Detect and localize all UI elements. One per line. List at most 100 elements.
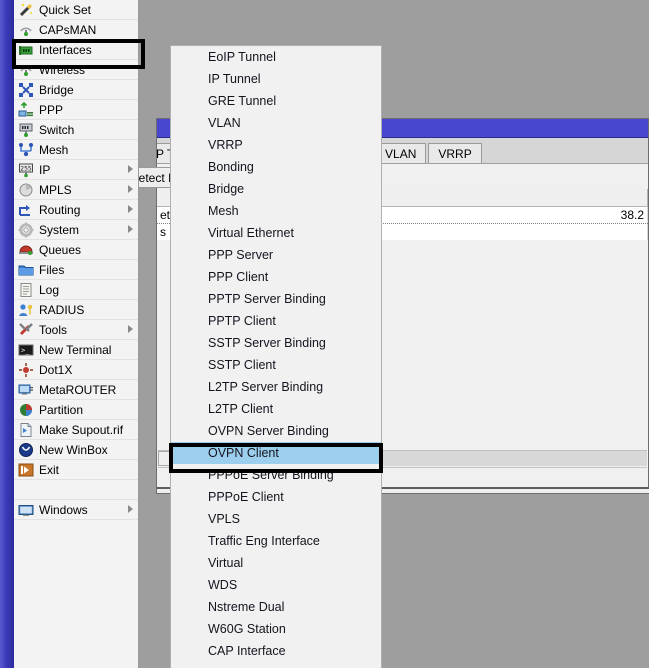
menu-item-ip-tunnel[interactable]: IP Tunnel <box>171 68 381 90</box>
radius-user-icon <box>18 302 34 318</box>
sidebar-item-partition[interactable]: Partition <box>14 400 138 420</box>
menu-item-virtual-ethernet[interactable]: Virtual Ethernet <box>171 222 381 244</box>
menu-item-pptp-server-binding[interactable]: PPTP Server Binding <box>171 288 381 310</box>
tab-vrrp[interactable]: VRRP <box>428 143 482 163</box>
menu-item-eoip-tunnel[interactable]: EoIP Tunnel <box>171 46 381 68</box>
sidebar-item-label: Tools <box>39 322 68 337</box>
menu-item-gre-tunnel[interactable]: GRE Tunnel <box>171 90 381 112</box>
menu-item-vpls[interactable]: VPLS <box>171 508 381 530</box>
sidebar-item-label: Dot1X <box>39 362 73 377</box>
sidebar-item-label: Bridge <box>39 82 74 97</box>
routing-icon <box>18 202 34 218</box>
sidebar-item-label: CAPsMAN <box>39 22 97 37</box>
folder-icon <box>18 262 34 278</box>
sidebar-item-queues[interactable]: Queues <box>14 240 138 260</box>
sidebar-item-label: Routing <box>39 202 81 217</box>
menu-item-l2tp-client[interactable]: L2TP Client <box>171 398 381 420</box>
sidebar-item-label: Switch <box>39 122 75 137</box>
menu-item-pppoe-server-binding[interactable]: PPPoE Server Binding <box>171 464 381 486</box>
sidebar-item-label: Quick Set <box>39 2 92 17</box>
sidebar-item-interfaces[interactable]: Interfaces <box>14 40 138 60</box>
sidebar-item-label: RADIUS <box>39 302 85 317</box>
sidebar-item-bridge[interactable]: Bridge <box>14 80 138 100</box>
menu-item-pptp-client[interactable]: PPTP Client <box>171 310 381 332</box>
sidebar-item-ppp[interactable]: PPP <box>14 100 138 120</box>
log-icon <box>18 282 34 298</box>
sidebar-item-label: IP <box>39 162 51 177</box>
mesh-icon <box>18 142 34 158</box>
new-interface-popup-menu[interactable]: EoIP Tunnel IP Tunnel GRE Tunnel VLAN VR… <box>170 45 382 668</box>
menu-item-l2tp-server-binding[interactable]: L2TP Server Binding <box>171 376 381 398</box>
bridge-icon <box>18 82 34 98</box>
sidebar-item-make-supout[interactable]: Make Supout.rif <box>14 420 138 440</box>
winbox-main-menu[interactable]: Quick Set CAPsMAN Interfaces Wireless Br… <box>14 0 139 668</box>
menu-item-sstp-server-binding[interactable]: SSTP Server Binding <box>171 332 381 354</box>
menu-item-ppp-server[interactable]: PPP Server <box>171 244 381 266</box>
sidebar-item-label: Wireless <box>39 62 86 77</box>
sidebar-item-label: Make Supout.rif <box>39 422 124 437</box>
winbox-icon <box>18 442 34 458</box>
sidebar-item-new-terminal[interactable]: >_ New Terminal <box>14 340 138 360</box>
menu-item-vlan[interactable]: VLAN <box>171 112 381 134</box>
terminal-icon: >_ <box>18 342 34 358</box>
sidebar-item-windows[interactable]: Windows <box>14 500 138 520</box>
sidebar-item-radius[interactable]: RADIUS <box>14 300 138 320</box>
sidebar-item-files[interactable]: Files <box>14 260 138 280</box>
col-tx[interactable]: Tx <box>343 189 648 206</box>
chevron-right-icon <box>128 325 133 333</box>
menu-item-cap-interface[interactable]: CAP Interface <box>171 640 381 662</box>
sidebar-item-capsman[interactable]: CAPsMAN <box>14 20 138 40</box>
menu-item-virtual[interactable]: Virtual <box>171 552 381 574</box>
menu-item-sstp-client[interactable]: SSTP Client <box>171 354 381 376</box>
sidebar-item-label: Partition <box>39 402 84 417</box>
sidebar-item-system[interactable]: System <box>14 220 138 240</box>
sidebar-item-new-winbox[interactable]: New WinBox <box>14 440 138 460</box>
switch-icon <box>18 122 34 138</box>
sidebar-item-label: MPLS <box>39 182 72 197</box>
sidebar-item-label: Log <box>39 282 60 297</box>
sidebar-item-label: Windows <box>39 502 88 517</box>
sidebar-item-label: New WinBox <box>39 442 108 457</box>
exit-icon <box>18 462 34 478</box>
menu-item-mesh[interactable]: Mesh <box>171 200 381 222</box>
monitor-icon <box>18 382 34 398</box>
sidebar-item-tools[interactable]: Tools <box>14 320 138 340</box>
chevron-right-icon <box>128 165 133 173</box>
sidebar-item-label: MetaROUTER <box>39 382 117 397</box>
menu-item-ovpn-server-binding[interactable]: OVPN Server Binding <box>171 420 381 442</box>
sidebar-item-wireless[interactable]: Wireless <box>14 60 138 80</box>
menu-item-vrrp[interactable]: VRRP <box>171 134 381 156</box>
sidebar-item-quick-set[interactable]: Quick Set <box>14 0 138 20</box>
sidebar-item-label: PPP <box>39 102 64 117</box>
tab-vlan[interactable]: VLAN <box>375 143 427 163</box>
sidebar-item-switch[interactable]: Switch <box>14 120 138 140</box>
menu-item-bridge[interactable]: Bridge <box>171 178 381 200</box>
document-icon <box>18 422 34 438</box>
menu-item-pppoe-client[interactable]: PPPoE Client <box>171 486 381 508</box>
sidebar-item-dot1x[interactable]: Dot1X <box>14 360 138 380</box>
tools-icon <box>18 322 34 338</box>
menu-divider <box>14 480 138 500</box>
cell-tx <box>343 224 648 240</box>
sidebar-item-routing[interactable]: Routing <box>14 200 138 220</box>
menu-item-ppp-client[interactable]: PPP Client <box>171 266 381 288</box>
menu-item-ovpn-client[interactable]: OVPN Client <box>171 442 381 464</box>
sidebar-item-label: Interfaces <box>39 42 92 57</box>
sidebar-item-log[interactable]: Log <box>14 280 138 300</box>
menu-item-w60g-station[interactable]: W60G Station <box>171 618 381 640</box>
sidebar-item-mesh[interactable]: Mesh <box>14 140 138 160</box>
menu-item-bonding[interactable]: Bonding <box>171 156 381 178</box>
sidebar-item-ip[interactable]: 255 IP <box>14 160 138 180</box>
gear-icon <box>18 222 34 238</box>
sidebar-item-exit[interactable]: Exit <box>14 460 138 480</box>
menu-item-nstreme-dual[interactable]: Nstreme Dual <box>171 596 381 618</box>
chevron-right-icon <box>128 205 133 213</box>
chevron-right-icon <box>128 225 133 233</box>
sidebar-item-mpls[interactable]: MPLS <box>14 180 138 200</box>
pie-icon <box>18 402 34 418</box>
sidebar-item-label: New Terminal <box>39 342 112 357</box>
sidebar-item-metarouter[interactable]: MetaROUTER <box>14 380 138 400</box>
menu-item-traffic-eng-interface[interactable]: Traffic Eng Interface <box>171 530 381 552</box>
svg-text:>_: >_ <box>21 346 30 354</box>
menu-item-wds[interactable]: WDS <box>171 574 381 596</box>
